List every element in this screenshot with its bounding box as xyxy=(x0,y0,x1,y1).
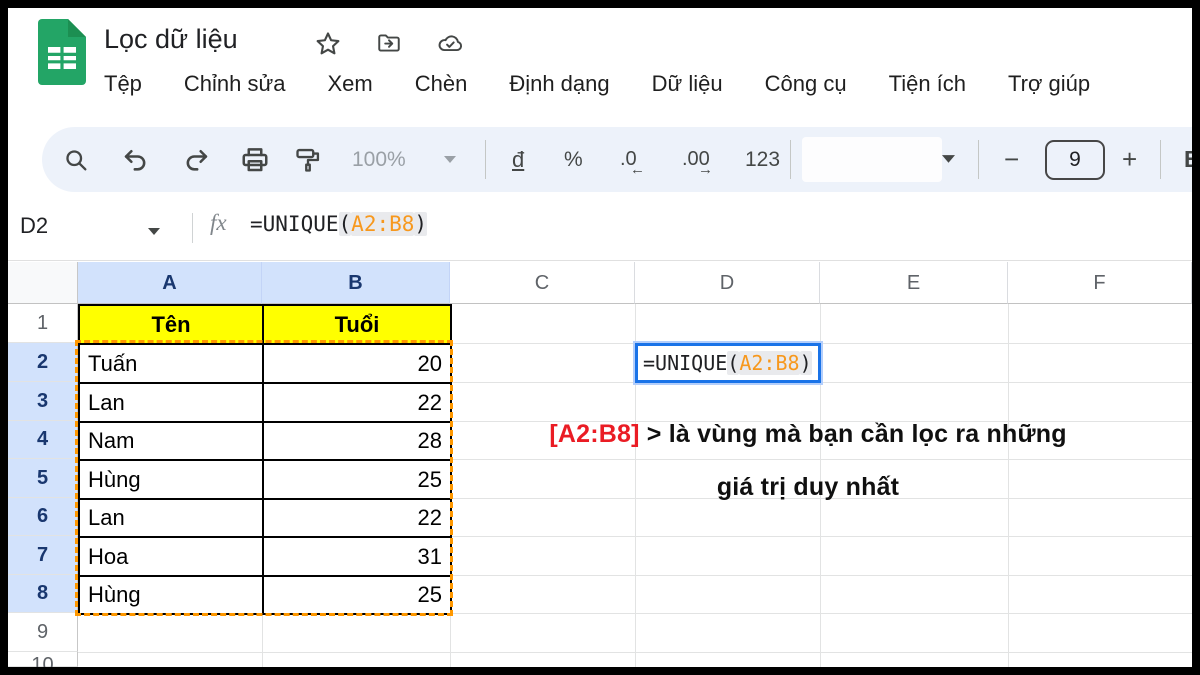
cell-b4[interactable]: 28 xyxy=(263,422,451,460)
redo-icon[interactable] xyxy=(182,127,210,192)
menu-tools[interactable]: Công cụ xyxy=(765,71,847,97)
cell-a4[interactable]: Nam xyxy=(79,422,263,460)
cell-a1[interactable]: Tên xyxy=(79,305,263,344)
menu-file[interactable]: Tệp xyxy=(104,71,142,97)
menu-data[interactable]: Dữ liệu xyxy=(652,71,723,97)
cell-b7[interactable]: 31 xyxy=(263,537,451,576)
toolbar: 100% đ % .0← .00→ 123 − 9 + B xyxy=(42,127,1192,192)
row-header-4[interactable]: 4 xyxy=(8,421,78,459)
toolbar-divider xyxy=(485,140,486,179)
cell-d2-formula-editor[interactable]: =UNIQUE(A2:B8) xyxy=(635,343,821,383)
menu-insert[interactable]: Chèn xyxy=(415,71,468,97)
increase-font-size-button[interactable]: + xyxy=(1122,127,1137,192)
table-row: Lan 22 xyxy=(79,499,451,537)
decrease-font-size-button[interactable]: − xyxy=(1004,127,1019,192)
row-header-9[interactable]: 9 xyxy=(8,613,78,652)
screenshot-frame: Lọc dữ liệu Tệp Chỉnh sửa Xem Chèn Định … xyxy=(0,0,1200,675)
increase-decimal-button[interactable]: .00→ xyxy=(682,127,710,192)
cell-b8[interactable]: 25 xyxy=(263,576,451,614)
cell-b1[interactable]: Tuổi xyxy=(263,305,451,344)
annotation-range-label: [A2:B8] xyxy=(549,420,639,448)
gridline xyxy=(8,652,1192,653)
font-size-input[interactable]: 9 xyxy=(1045,140,1105,180)
table-row: Hoa 31 xyxy=(79,537,451,576)
formula-input[interactable]: =UNIQUE(A2:B8) xyxy=(250,212,427,236)
menu-help[interactable]: Trợ giúp xyxy=(1008,71,1090,97)
row-header-3[interactable]: 3 xyxy=(8,382,78,421)
name-box[interactable]: D2 xyxy=(20,213,130,239)
zoom-caret-icon[interactable] xyxy=(444,127,456,192)
font-caret-icon[interactable] xyxy=(942,127,955,192)
table-row: Hùng 25 xyxy=(79,460,451,499)
bold-button[interactable]: B xyxy=(1184,127,1192,192)
annotation-line1: [A2:B8] > là vùng mà bạn cần lọc ra nhữn… xyxy=(428,420,1188,449)
select-all-corner[interactable] xyxy=(8,262,78,304)
toolbar-divider xyxy=(790,140,791,179)
column-header-b[interactable]: B xyxy=(262,262,450,304)
gridline xyxy=(820,262,821,667)
cloud-saved-icon[interactable] xyxy=(434,30,464,58)
percent-format-button[interactable]: % xyxy=(564,127,583,192)
column-header-c[interactable]: C xyxy=(450,262,635,304)
table-row: Nam 28 xyxy=(79,422,451,460)
data-table: Tên Tuổi Tuấn 20 Lan 22 Nam 28 Hùng 25 L… xyxy=(78,304,452,615)
table-row: Hùng 25 xyxy=(79,576,451,614)
print-icon[interactable] xyxy=(240,127,270,192)
gridline xyxy=(1008,262,1009,667)
annotation-line2: giá trị duy nhất xyxy=(428,473,1188,502)
formula-bar: D2 fx =UNIQUE(A2:B8) xyxy=(8,195,1192,261)
document-title[interactable]: Lọc dữ liệu xyxy=(104,24,238,55)
cell-b6[interactable]: 22 xyxy=(263,499,451,537)
row-header-2[interactable]: 2 xyxy=(8,343,78,382)
name-box-caret-icon[interactable] xyxy=(148,223,160,241)
menu-bar: Tệp Chỉnh sửa Xem Chèn Định dạng Dữ liệu… xyxy=(104,71,1090,97)
menu-format[interactable]: Định dạng xyxy=(509,71,609,97)
search-icon[interactable] xyxy=(62,127,90,192)
row-header-7[interactable]: 7 xyxy=(8,536,78,575)
gridline xyxy=(635,262,636,667)
column-header-e[interactable]: E xyxy=(820,262,1008,304)
cell-a2[interactable]: Tuấn xyxy=(79,344,263,383)
table-row: Lan 22 xyxy=(79,383,451,422)
menu-edit[interactable]: Chỉnh sửa xyxy=(184,71,286,97)
formula-bar-divider xyxy=(192,213,193,243)
column-header-d[interactable]: D xyxy=(635,262,820,304)
cell-b3[interactable]: 22 xyxy=(263,383,451,422)
cell-a8[interactable]: Hùng xyxy=(79,576,263,614)
sheets-window: Lọc dữ liệu Tệp Chỉnh sửa Xem Chèn Định … xyxy=(8,8,1192,667)
cell-b5[interactable]: 25 xyxy=(263,460,451,499)
paint-format-icon[interactable] xyxy=(294,127,322,192)
currency-format-button[interactable]: đ xyxy=(512,127,524,192)
menu-extensions[interactable]: Tiện ích xyxy=(889,71,966,97)
cell-a5[interactable]: Hùng xyxy=(79,460,263,499)
cell-a3[interactable]: Lan xyxy=(79,383,263,422)
toolbar-divider xyxy=(978,140,979,179)
menu-view[interactable]: Xem xyxy=(327,71,372,97)
undo-icon[interactable] xyxy=(122,127,150,192)
cell-a7[interactable]: Hoa xyxy=(79,537,263,576)
column-header-f[interactable]: F xyxy=(1008,262,1192,304)
row-header-5[interactable]: 5 xyxy=(8,459,78,498)
decrease-decimal-button[interactable]: .0← xyxy=(620,127,637,192)
star-icon[interactable] xyxy=(314,30,344,58)
cell-b2[interactable]: 20 xyxy=(263,344,451,383)
row-header-10[interactable]: 10 xyxy=(8,652,78,667)
toolbar-divider xyxy=(1160,140,1161,179)
cell-a6[interactable]: Lan xyxy=(79,499,263,537)
font-name-box[interactable] xyxy=(802,137,942,182)
row-header-8[interactable]: 8 xyxy=(8,575,78,613)
zoom-value[interactable]: 100% xyxy=(352,127,406,192)
move-to-folder-icon[interactable] xyxy=(374,30,404,58)
more-formats-button[interactable]: 123 xyxy=(745,127,780,192)
table-row: Tên Tuổi xyxy=(79,305,451,344)
table-row: Tuấn 20 xyxy=(79,344,451,383)
column-header-a[interactable]: A xyxy=(78,262,262,304)
sheets-logo-icon[interactable] xyxy=(38,19,86,85)
fx-icon: fx xyxy=(210,210,227,236)
row-header-1[interactable]: 1 xyxy=(8,304,78,343)
row-header-6[interactable]: 6 xyxy=(8,498,78,536)
